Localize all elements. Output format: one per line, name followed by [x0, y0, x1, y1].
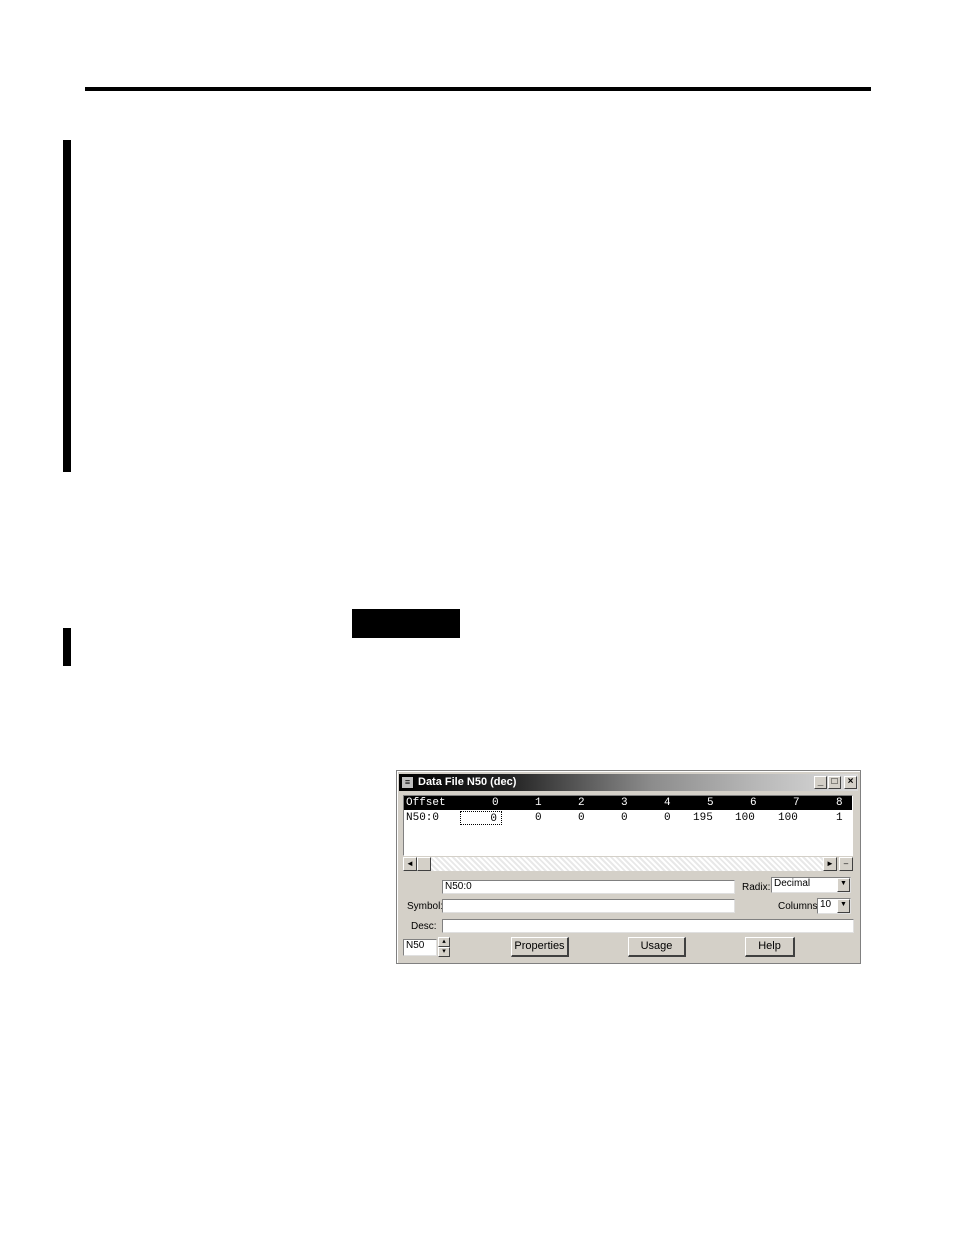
change-bar-upper: [63, 140, 71, 472]
header-col-4[interactable]: 4: [664, 796, 671, 810]
cell-1[interactable]: 0: [535, 811, 542, 825]
header-col-8[interactable]: 8: [836, 796, 843, 810]
radix-dropdown-icon[interactable]: ▼: [837, 878, 850, 892]
header-col-3[interactable]: 3: [621, 796, 628, 810]
scroll-thumb[interactable]: [417, 857, 431, 871]
symbol-field[interactable]: [442, 899, 735, 913]
help-button[interactable]: Help: [745, 937, 795, 957]
header-offset: Offset: [406, 797, 446, 809]
header-col-2[interactable]: 2: [578, 796, 585, 810]
minimize-button[interactable]: _: [814, 776, 827, 789]
spin-up-icon[interactable]: ▴: [438, 937, 450, 947]
window-menu-icon[interactable]: ≡: [401, 776, 414, 789]
cell-8[interactable]: 1: [836, 811, 843, 825]
radix-select[interactable]: Decimal ▼: [771, 877, 851, 893]
scroll-left-icon[interactable]: ◄: [403, 857, 417, 871]
cell-5[interactable]: 195: [693, 811, 713, 825]
row-offset: N50:0: [406, 812, 440, 824]
header-col-6[interactable]: 6: [750, 796, 757, 810]
radix-label: Radix:: [742, 882, 771, 893]
header-col-0[interactable]: 0: [492, 796, 499, 810]
header-col-5[interactable]: 5: [707, 796, 714, 810]
redacted-label-box: [352, 609, 460, 638]
cell-4[interactable]: 0: [664, 811, 671, 825]
change-bar-lower: [63, 628, 71, 666]
cell-3[interactable]: 0: [621, 811, 628, 825]
horizontal-scrollbar[interactable]: ◄ ►: [403, 857, 837, 871]
data-grid: Offset 0 1 2 3 4 5 6 7 8 N50:0 0 0 0 0 0…: [403, 795, 853, 856]
window-title: Data File N50 (dec): [418, 776, 517, 788]
desc-field[interactable]: [442, 919, 854, 933]
close-button[interactable]: ×: [844, 776, 857, 789]
cell-7[interactable]: 100: [778, 811, 798, 825]
columns-select[interactable]: 10 ▼: [817, 898, 851, 914]
spin-down-icon[interactable]: ▾: [438, 947, 450, 957]
scroll-right-icon[interactable]: ►: [823, 857, 837, 871]
cell-6[interactable]: 100: [735, 811, 755, 825]
address-field[interactable]: N50:0: [442, 880, 735, 894]
columns-dropdown-icon[interactable]: ▼: [837, 899, 850, 913]
symbol-label: Symbol:: [407, 901, 444, 912]
minus-icon[interactable]: –: [839, 857, 853, 871]
grid-header-row: Offset 0 1 2 3 4 5 6 7 8: [404, 796, 852, 810]
file-number-field[interactable]: N50: [403, 939, 437, 956]
cell-2[interactable]: 0: [578, 811, 585, 825]
cell-0[interactable]: 0: [460, 811, 502, 825]
data-file-window: ≡ Data File N50 (dec) _ □ × Offset 0 1 2…: [396, 770, 861, 964]
header-col-1[interactable]: 1: [535, 796, 542, 810]
file-spinner[interactable]: ▴ ▾: [438, 937, 450, 957]
maximize-button[interactable]: □: [828, 776, 841, 789]
properties-button[interactable]: Properties: [511, 937, 569, 957]
header-col-7[interactable]: 7: [793, 796, 800, 810]
columns-value: 10: [820, 899, 832, 910]
desc-label: Desc:: [411, 921, 437, 932]
title-bar[interactable]: ≡ Data File N50 (dec) _ □ ×: [399, 774, 858, 791]
top-rule: [85, 87, 871, 91]
radix-value: Decimal: [774, 878, 811, 889]
table-row: N50:0 0 0 0 0 0 195 100 100 1: [404, 811, 852, 825]
usage-button[interactable]: Usage: [628, 937, 686, 957]
columns-label: Columns: [778, 901, 818, 912]
